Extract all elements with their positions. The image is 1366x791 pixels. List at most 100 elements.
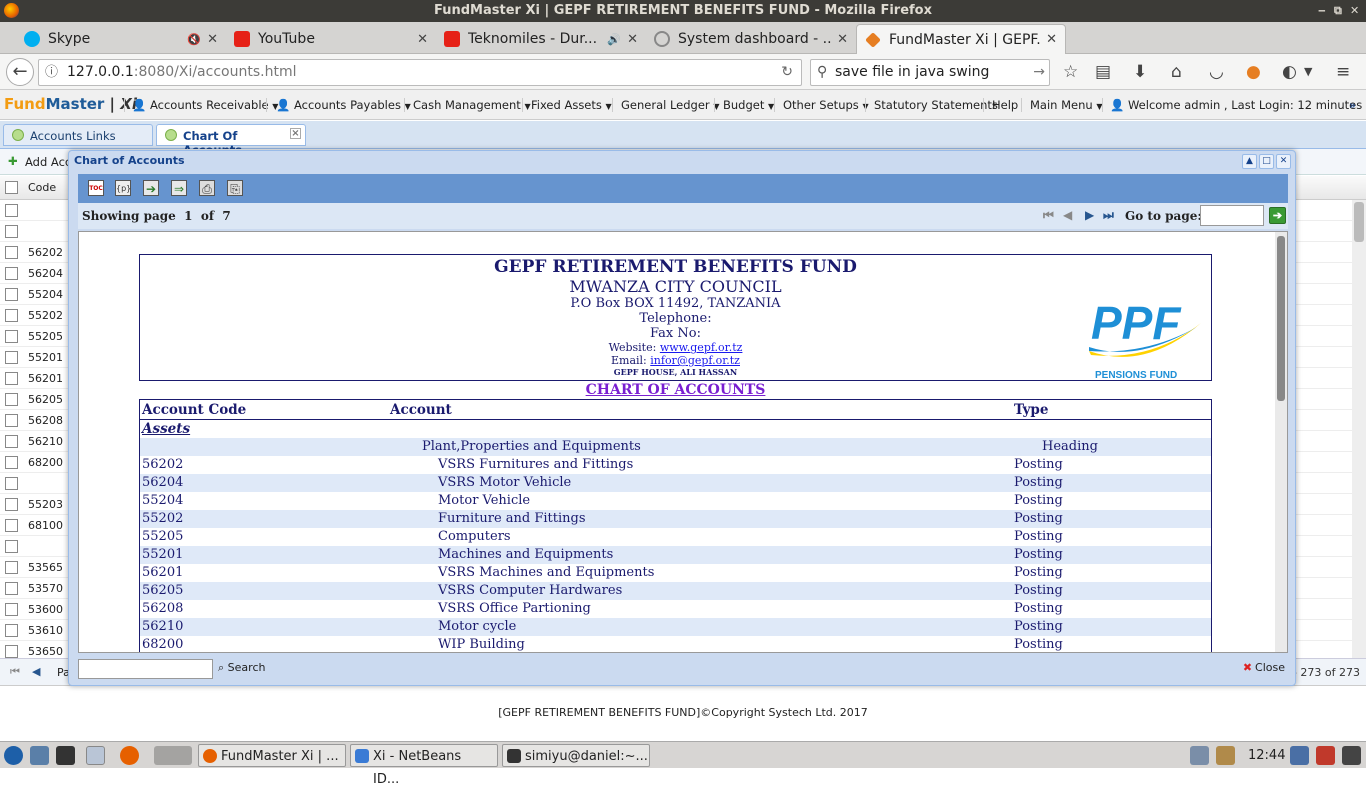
- first-page-icon[interactable]: ⏮: [1043, 208, 1054, 223]
- tab-system-dashboard[interactable]: System dashboard - ... ✕: [646, 24, 856, 54]
- row-checkbox[interactable]: [5, 624, 18, 637]
- menu-cash-management[interactable]: Cash Management ▼: [413, 98, 531, 112]
- menu-other-setups[interactable]: Other Setups ▼: [783, 98, 869, 112]
- next-page-icon[interactable]: ▶: [1085, 208, 1094, 222]
- search-go-icon[interactable]: →: [1033, 60, 1045, 85]
- close-tab-icon[interactable]: ✕: [417, 32, 428, 47]
- logout-icon[interactable]: [1316, 746, 1335, 765]
- info-icon[interactable]: ⓘ: [45, 60, 58, 85]
- clock[interactable]: 12:44: [1248, 744, 1285, 767]
- goto-page-input[interactable]: [1200, 205, 1264, 226]
- pocket-icon[interactable]: ◡: [1209, 62, 1224, 82]
- row-checkbox[interactable]: [5, 393, 18, 406]
- row-checkbox[interactable]: [5, 582, 18, 595]
- tab-accounts-links[interactable]: Accounts Links: [3, 124, 153, 146]
- row-checkbox[interactable]: [5, 498, 18, 511]
- clipboard-icon[interactable]: [1216, 746, 1235, 765]
- row-checkbox[interactable]: [5, 477, 18, 490]
- row-checkbox[interactable]: [5, 540, 18, 553]
- row-checkbox[interactable]: [5, 246, 18, 259]
- row-checkbox[interactable]: [5, 204, 18, 217]
- prev-page-icon[interactable]: ◀: [32, 665, 40, 678]
- close-tab-icon[interactable]: ✕: [627, 32, 638, 47]
- menu-general-ledger[interactable]: General Ledger ▼: [621, 98, 719, 112]
- back-icon[interactable]: ←: [6, 58, 34, 86]
- privacy-icon[interactable]: ◐: [1282, 62, 1297, 82]
- hamburger-menu-icon[interactable]: ≡: [1336, 62, 1350, 82]
- fedora-icon[interactable]: [4, 746, 23, 765]
- row-checkbox[interactable]: [5, 414, 18, 427]
- close-tab-icon[interactable]: ×: [290, 128, 301, 139]
- row-checkbox[interactable]: [5, 519, 18, 532]
- bookmark-star-icon[interactable]: ☆: [1063, 62, 1078, 82]
- window-switcher-icon[interactable]: [86, 746, 105, 765]
- row-checkbox[interactable]: [5, 267, 18, 280]
- website-link[interactable]: www.gepf.or.tz: [660, 341, 743, 354]
- row-checkbox[interactable]: [5, 435, 18, 448]
- close-tab-icon[interactable]: ✕: [837, 32, 848, 47]
- select-all-checkbox[interactable]: [5, 181, 18, 194]
- welcome-user[interactable]: 👤 Welcome admin , Last Login: 12 minutes…: [1110, 98, 1366, 112]
- close-tab-icon[interactable]: ✕: [1046, 32, 1057, 47]
- url-bar[interactable]: ⓘ 127.0.0.1:8080/Xi/accounts.html ↻: [38, 59, 802, 86]
- maximize-icon[interactable]: □: [1259, 154, 1274, 169]
- code-column-header[interactable]: Code: [28, 181, 56, 194]
- go-arrow-icon[interactable]: ➔: [1269, 207, 1286, 224]
- restore-icon[interactable]: ⧉: [1334, 0, 1342, 22]
- speaker-icon[interactable]: 🔊: [607, 33, 621, 46]
- tab-fundmaster[interactable]: FundMaster Xi | GEPF... ✕: [856, 24, 1066, 54]
- firefox-launcher-icon[interactable]: [120, 746, 139, 765]
- print-icon[interactable]: ⎙: [199, 180, 215, 196]
- row-checkbox[interactable]: [5, 456, 18, 469]
- report-scrollbar[interactable]: [1275, 232, 1287, 652]
- parameters-icon[interactable]: {p}: [115, 180, 131, 196]
- row-checkbox[interactable]: [5, 288, 18, 301]
- row-checkbox[interactable]: [5, 645, 18, 658]
- collapse-icon[interactable]: ▲: [1242, 154, 1257, 169]
- chevron-down-icon[interactable]: ▼: [1304, 65, 1312, 78]
- muted-icon[interactable]: 🔇: [187, 33, 201, 46]
- prev-page-icon[interactable]: ◀: [1063, 208, 1072, 222]
- email-link[interactable]: infor@gepf.or.tz: [650, 354, 740, 367]
- desktop-icon[interactable]: [30, 746, 49, 765]
- row-checkbox[interactable]: [5, 372, 18, 385]
- search-button[interactable]: ⌕ Search: [218, 661, 265, 675]
- close-tab-icon[interactable]: ✕: [207, 32, 218, 47]
- extension-icon[interactable]: ●: [1246, 62, 1261, 82]
- workspace-icon[interactable]: [154, 746, 192, 765]
- shutdown-icon[interactable]: [1342, 746, 1361, 765]
- menu-accounts-receivable[interactable]: 👤 Accounts Receivable ▼: [132, 98, 278, 112]
- tab-skype[interactable]: Skype 🔇 ✕: [16, 24, 226, 54]
- close-window-icon[interactable]: ✕: [1350, 0, 1359, 22]
- tab-chart-of-accounts[interactable]: Chart Of Accounts×: [156, 124, 306, 157]
- taskbar-app-netbeans[interactable]: Xi - NetBeans ID...: [350, 744, 498, 787]
- row-checkbox[interactable]: [5, 225, 18, 238]
- menu-budget[interactable]: Budget ▼: [723, 98, 774, 112]
- first-page-icon[interactable]: ⏮: [10, 665, 20, 679]
- network-icon[interactable]: [1190, 746, 1209, 765]
- print-server-icon[interactable]: ⎘: [227, 180, 243, 196]
- last-page-icon[interactable]: ⏭: [1103, 208, 1114, 223]
- row-checkbox[interactable]: [5, 561, 18, 574]
- tab-youtube[interactable]: YouTube ✕: [226, 24, 436, 54]
- grid-scrollbar[interactable]: [1352, 200, 1366, 658]
- taskbar-app-fundmaster[interactable]: FundMaster Xi | ...: [198, 744, 346, 767]
- terminal-launcher-icon[interactable]: [56, 746, 75, 765]
- more-menu-icon[interactable]: »: [1349, 98, 1356, 112]
- display-icon[interactable]: [1290, 746, 1309, 765]
- row-checkbox[interactable]: [5, 351, 18, 364]
- close-button[interactable]: ✖ Close: [1243, 661, 1285, 674]
- close-dialog-icon[interactable]: ✕: [1276, 154, 1291, 169]
- menu-statutory-statements[interactable]: Statutory Statements: [874, 98, 998, 112]
- export-report-icon[interactable]: ⇒: [171, 180, 187, 196]
- search-bar[interactable]: ⚲ save file in java swing →: [810, 59, 1050, 86]
- search-input[interactable]: [78, 659, 213, 679]
- home-icon[interactable]: ⌂: [1171, 62, 1182, 82]
- menu-accounts-payables[interactable]: 👤 Accounts Payables ▼: [276, 98, 411, 112]
- reading-list-icon[interactable]: ▤: [1095, 62, 1111, 82]
- row-checkbox[interactable]: [5, 330, 18, 343]
- menu-main-menu[interactable]: Main Menu ▼: [1030, 98, 1103, 112]
- menu-fixed-assets[interactable]: Fixed Assets ▼: [531, 98, 612, 112]
- row-checkbox[interactable]: [5, 603, 18, 616]
- export-data-icon[interactable]: ➔: [143, 180, 159, 196]
